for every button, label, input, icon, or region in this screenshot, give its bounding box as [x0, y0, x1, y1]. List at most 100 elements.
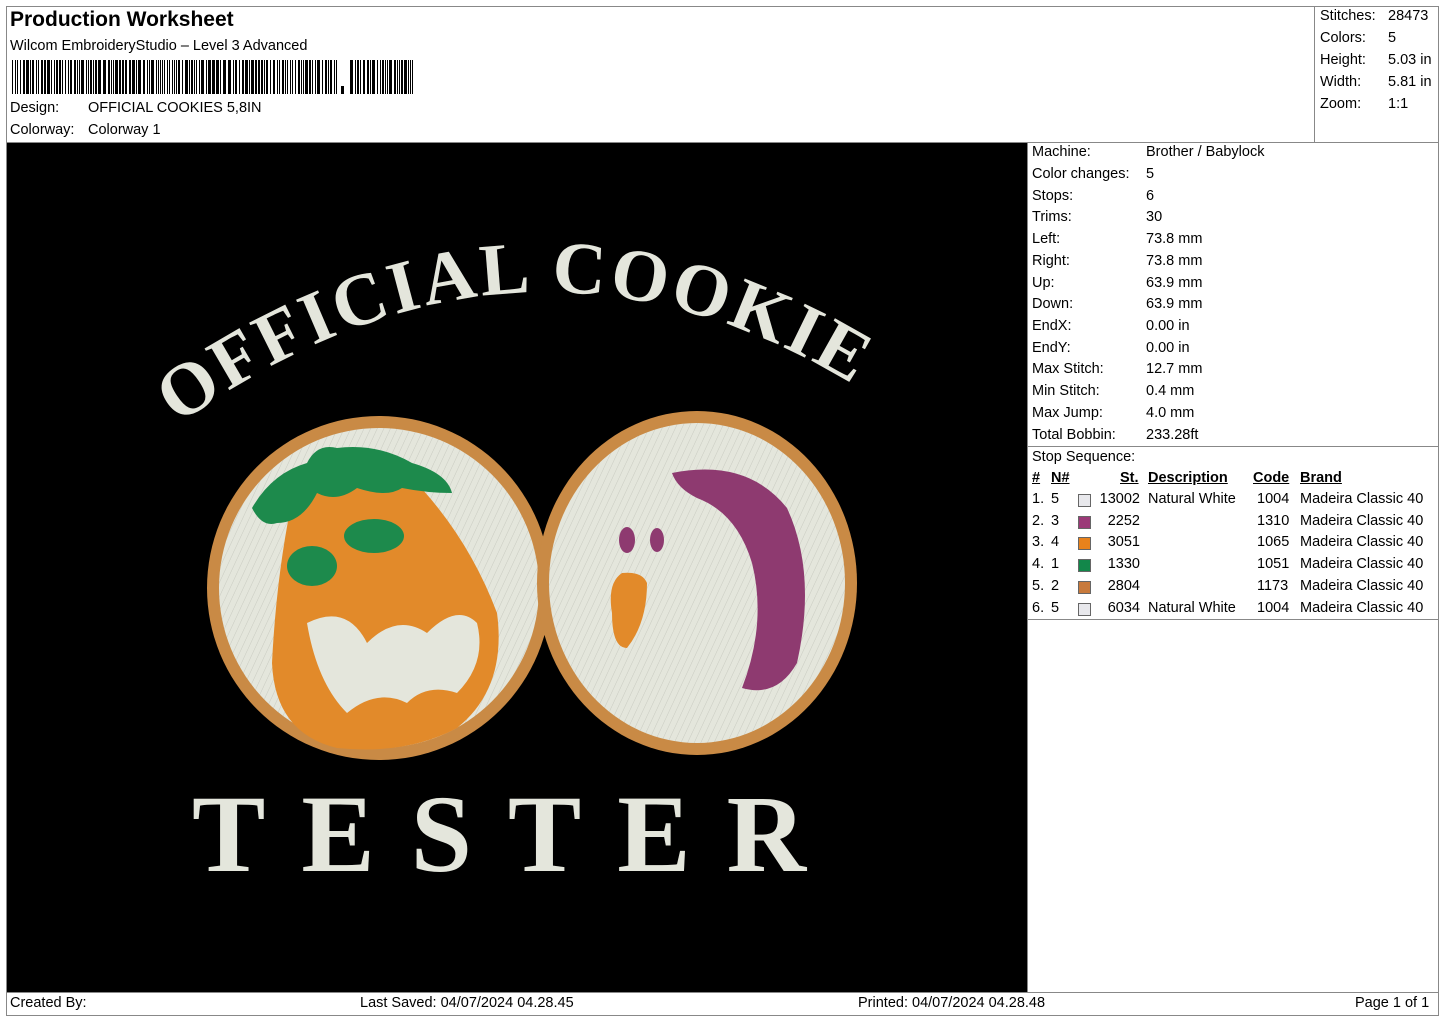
barcode-bar: [199, 60, 200, 94]
barcode-bar: [363, 60, 365, 94]
row-brand: Madeira Classic 40: [1300, 534, 1424, 551]
barcode-bar: [113, 60, 114, 94]
barcode-bar: [151, 60, 154, 94]
barcode-bar: [169, 60, 170, 94]
color-swatch: [1078, 559, 1091, 573]
barcode-bar: [328, 60, 329, 94]
barcode-bar: [143, 60, 145, 94]
barcode-bar: [303, 60, 304, 94]
spec-row: Stops: 6: [1032, 188, 1155, 204]
col-code: Code: [1253, 470, 1290, 486]
barcode-bar: [208, 60, 211, 94]
ghost-eye-left: [619, 527, 635, 553]
barcode-bar: [115, 60, 118, 94]
spec-row: Min Stitch: 0.4 mm: [1032, 383, 1195, 399]
barcode-bar: [317, 60, 320, 94]
barcode-bar: [292, 60, 293, 94]
row-code: 1065: [1257, 534, 1290, 551]
barcode-bar: [111, 60, 112, 94]
barcode-bar: [26, 60, 29, 94]
barcode-bar: [136, 60, 137, 94]
barcode-bar: [56, 60, 58, 94]
barcode-bar: [334, 60, 335, 94]
row-num: 3.: [1032, 534, 1045, 551]
barcode-bar: [387, 60, 388, 94]
barcode-bar: [98, 60, 101, 94]
barcode-bar: [266, 60, 268, 94]
barcode-bar: [277, 60, 278, 94]
top-text-path: OFFICIAL COOKIE: [141, 227, 884, 439]
barcode-bar: [273, 60, 275, 94]
barcode-bar: [322, 60, 323, 94]
spec-row: Trims: 30: [1032, 209, 1163, 225]
barcode-bar: [90, 60, 92, 94]
row-stitches: 2252: [1107, 512, 1140, 529]
barcode-bar: [309, 60, 311, 94]
colorway-value: Colorway 1: [88, 122, 161, 138]
color-swatch: [1078, 537, 1091, 551]
barcode-bar: [410, 60, 411, 94]
ghost-eye-right: [650, 528, 664, 552]
barcode-bar: [325, 60, 327, 94]
table-row: 6. 5 6034 Natural White 1004 Madeira Classic …: [1028, 600, 1438, 621]
barcode-bar: [341, 86, 344, 94]
spec-row: Right: 73.8 mm: [1032, 253, 1203, 269]
stat-height: Height: 5.03 in: [1320, 52, 1432, 68]
barcode-bar: [295, 60, 296, 94]
barcode-bar: [245, 60, 248, 94]
barcode-bar: [355, 60, 356, 94]
barcode-bar: [196, 60, 197, 94]
barcode-bar: [412, 60, 413, 94]
row-needle: 3: [1051, 512, 1060, 529]
barcode-bar: [17, 60, 18, 94]
barcode-bar: [15, 60, 16, 94]
pumpkin-eye-left: [287, 546, 337, 586]
spec-row: Down: 63.9 mm: [1032, 296, 1203, 312]
barcode-bar: [93, 60, 94, 94]
spec-row: Left: 73.8 mm: [1032, 231, 1203, 247]
barcode-bar: [88, 60, 89, 94]
stats-panel: Stitches: 28473 Colors: 5 Height: 5.03 in W…: [1314, 6, 1439, 142]
stat-zoom: Zoom: 1:1: [1320, 96, 1409, 112]
printed-date: Printed: 04/07/2024 04.28.48: [858, 995, 1046, 1011]
row-needle: 4: [1051, 534, 1060, 551]
barcode-bar: [212, 60, 215, 94]
row-num: 2.: [1032, 512, 1045, 529]
barcode-bar: [32, 60, 34, 94]
barcode-bar: [377, 60, 378, 94]
page-number: Page 1 of 1: [1355, 995, 1430, 1011]
col-n: N#: [1051, 470, 1070, 486]
row-code: 1173: [1257, 577, 1289, 594]
barcode-bar: [182, 60, 183, 94]
stat-width: Width: 5.81 in: [1320, 74, 1432, 90]
barcode-bar: [235, 60, 237, 94]
barcode-bar: [397, 60, 398, 94]
color-swatch: [1078, 602, 1091, 616]
spec-row: Up: 63.9 mm: [1032, 275, 1203, 291]
barcode-bar: [239, 60, 240, 94]
row-num: 1.: [1032, 491, 1045, 507]
barcode-bar: [138, 60, 141, 94]
barcode-bar: [51, 60, 52, 94]
design-preview: OFFICIAL COOKIE TESTER: [7, 143, 1027, 992]
pumpkin-eye-right: [344, 519, 404, 553]
color-swatch: [1078, 580, 1091, 594]
barcode-bar: [370, 60, 371, 94]
row-brand: Madeira Classic 40: [1300, 512, 1424, 529]
barcode-bar: [172, 60, 173, 94]
table-header: # N# St. Description Code Brand: [1028, 470, 1438, 491]
row-num: 6.: [1032, 599, 1045, 616]
barcode-bar: [336, 60, 337, 94]
last-saved: Last Saved: 04/07/2024 04.28.45: [360, 995, 574, 1011]
barcode-bar: [216, 60, 219, 94]
barcode-bar: [189, 60, 190, 94]
barcode-bar: [162, 60, 163, 94]
barcode-bar: [394, 60, 396, 94]
barcode-bar: [47, 60, 50, 94]
barcode-bar: [315, 60, 316, 94]
created-by: Created By:: [10, 995, 87, 1011]
row-brand: Madeira Classic 40: [1300, 556, 1424, 573]
stat-stitches: Stitches: 28473: [1320, 8, 1429, 24]
row-stitches: 1330: [1107, 556, 1140, 573]
row-description: Natural White: [1148, 491, 1236, 507]
